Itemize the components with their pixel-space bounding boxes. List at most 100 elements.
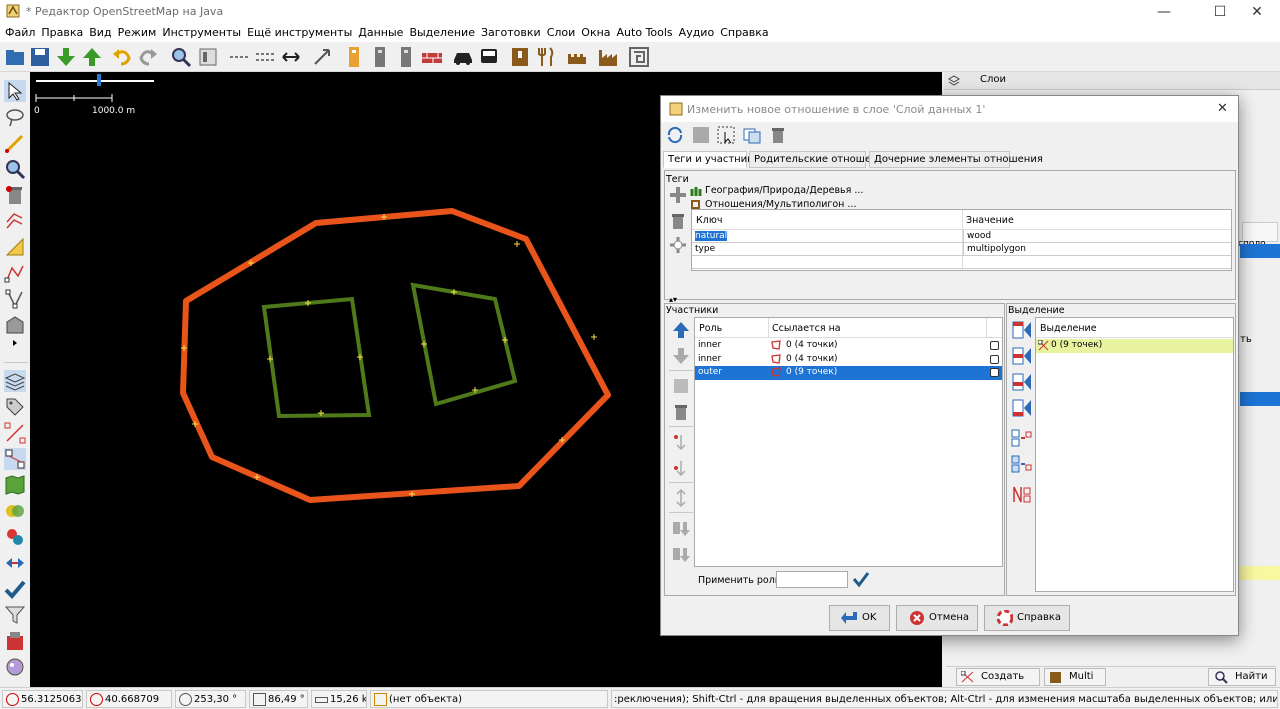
multi-button[interactable]: Multi — [1044, 668, 1106, 686]
split-way-icon[interactable] — [228, 46, 250, 68]
tags-panel-icon[interactable] — [4, 396, 26, 418]
menu-item-13[interactable]: Справка — [717, 24, 771, 42]
relations-panel-icon[interactable] — [4, 448, 26, 470]
draw-tool-icon[interactable] — [4, 132, 26, 154]
lasso-tool-icon[interactable] — [4, 106, 26, 128]
parallel-tool-icon[interactable] — [4, 210, 26, 232]
select-primitives-icon[interactable] — [1011, 484, 1033, 504]
preset-icon-3[interactable] — [395, 46, 417, 68]
upload-icon[interactable] — [81, 46, 103, 68]
add-selected-after-icon[interactable] — [1011, 372, 1033, 392]
node-tool-icon[interactable] — [4, 288, 26, 310]
inner-way-right[interactable] — [410, 282, 518, 407]
help-button[interactable]: Справка — [984, 605, 1070, 631]
preset-icon-2[interactable] — [369, 46, 391, 68]
member-row[interactable]: inner 0 (4 точки) — [695, 339, 1002, 353]
menu-item-1[interactable]: Правка — [38, 24, 86, 42]
delete-tool-icon[interactable] — [4, 184, 26, 206]
tag-row-empty[interactable] — [692, 256, 1231, 269]
add-selected-before-icon[interactable] — [1011, 346, 1033, 366]
layers-panel-icon[interactable] — [4, 370, 26, 392]
tag-key[interactable]: type — [695, 244, 715, 254]
bus-icon[interactable] — [478, 46, 500, 68]
delete-tag-icon[interactable] — [668, 211, 688, 231]
building-tool-icon[interactable] — [4, 314, 26, 336]
undo-icon[interactable] — [111, 46, 133, 68]
remove-member-icon[interactable] — [671, 402, 691, 422]
select-in-map-icon[interactable] — [717, 126, 735, 144]
menu-item-2[interactable]: Вид — [86, 24, 114, 42]
preferences-icon[interactable] — [197, 46, 219, 68]
ok-button[interactable]: OK — [829, 605, 890, 631]
download-icon[interactable] — [55, 46, 77, 68]
apply-role-check-icon[interactable] — [852, 570, 870, 588]
member-row[interactable]: outer 0 (9 точек) — [695, 366, 1002, 380]
sort-members-icon[interactable] — [671, 432, 691, 452]
apply-role-input[interactable] — [776, 571, 848, 588]
dialog-close-button[interactable]: ✕ — [1217, 101, 1228, 116]
selection-panel-icon[interactable] — [4, 422, 26, 444]
edit-member-icon[interactable] — [671, 376, 691, 396]
member-role[interactable]: inner — [695, 339, 767, 352]
maze-icon[interactable] — [628, 46, 650, 68]
industrial-icon[interactable] — [597, 46, 619, 68]
menu-item-12[interactable]: Аудио — [676, 24, 718, 42]
create-relation-button[interactable]: Создать — [956, 668, 1040, 686]
tag-row[interactable]: type multipolygon — [692, 243, 1231, 256]
restaurant-icon[interactable] — [535, 46, 557, 68]
menu-item-9[interactable]: Слои — [544, 24, 579, 42]
validation-panel-icon[interactable] — [4, 526, 26, 548]
tab-child-elements[interactable]: Дочерние элементы отношения — [869, 151, 1043, 168]
improve-way-icon[interactable] — [4, 236, 26, 258]
filter-icon[interactable] — [4, 604, 26, 626]
preset-icon-1[interactable] — [343, 46, 365, 68]
menu-item-0[interactable]: Файл — [2, 24, 38, 42]
remove-selected-icon[interactable] — [1011, 428, 1033, 448]
select-members-icon[interactable] — [1011, 454, 1033, 474]
zoom-icon[interactable] — [170, 46, 192, 68]
duplicate-relation-icon[interactable] — [743, 126, 761, 144]
move-down-icon[interactable] — [671, 346, 691, 366]
car-icon[interactable] — [452, 46, 474, 68]
paste-tags-icon[interactable] — [668, 235, 688, 255]
select-tool-icon[interactable] — [4, 80, 26, 102]
outer-way[interactable] — [180, 208, 611, 503]
member-role[interactable]: outer — [695, 366, 767, 379]
preset-link-trees[interactable]: География/Природа/Деревья ... — [690, 185, 863, 196]
reverse-members-icon[interactable] — [671, 488, 691, 508]
download-incomplete-icon[interactable] — [671, 544, 691, 564]
sort-below-icon[interactable] — [671, 458, 691, 478]
minimize-button[interactable]: — — [1141, 0, 1187, 24]
close-button[interactable]: ✕ — [1234, 0, 1280, 24]
menu-item-3[interactable]: Режим — [115, 24, 160, 42]
menu-item-8[interactable]: Заготовки — [478, 24, 544, 42]
menu-item-5[interactable]: Ещё инструменты — [244, 24, 355, 42]
menu-item-11[interactable]: Auto Tools — [614, 24, 676, 42]
extrude-icon[interactable] — [4, 262, 26, 284]
cancel-button[interactable]: Отмена — [896, 605, 978, 631]
shop-icon[interactable] — [509, 46, 531, 68]
member-row[interactable]: inner 0 (4 точки) — [695, 353, 1002, 367]
move-up-icon[interactable] — [671, 320, 691, 340]
selection-row[interactable]: 0 (9 точек) — [1036, 339, 1233, 353]
add-tag-icon[interactable] — [668, 185, 688, 205]
menu-item-10[interactable]: Окна — [578, 24, 613, 42]
download-members-icon[interactable] — [671, 518, 691, 538]
validate-check-icon[interactable] — [4, 578, 26, 600]
tag-key[interactable]: natural — [695, 231, 728, 241]
move-icon[interactable] — [4, 552, 26, 574]
castle-icon[interactable] — [566, 46, 588, 68]
add-selected-at-end-icon[interactable] — [1011, 398, 1033, 418]
tab-tags-members[interactable]: Теги и участники — [663, 151, 760, 168]
open-file-icon[interactable] — [4, 46, 26, 68]
reverse-way-icon[interactable] — [280, 46, 302, 68]
add-selected-at-start-icon[interactable] — [1011, 320, 1033, 340]
member-role[interactable]: inner — [695, 353, 767, 366]
inner-way-left[interactable] — [261, 296, 372, 419]
expand-arrow-icon[interactable] — [4, 338, 26, 348]
tag-value[interactable]: multipolygon — [963, 243, 1231, 256]
delete-relation-icon[interactable] — [769, 126, 787, 144]
menu-item-6[interactable]: Данные — [355, 24, 406, 42]
tag-value[interactable]: wood — [963, 230, 1231, 243]
refresh-icon[interactable] — [666, 126, 684, 144]
